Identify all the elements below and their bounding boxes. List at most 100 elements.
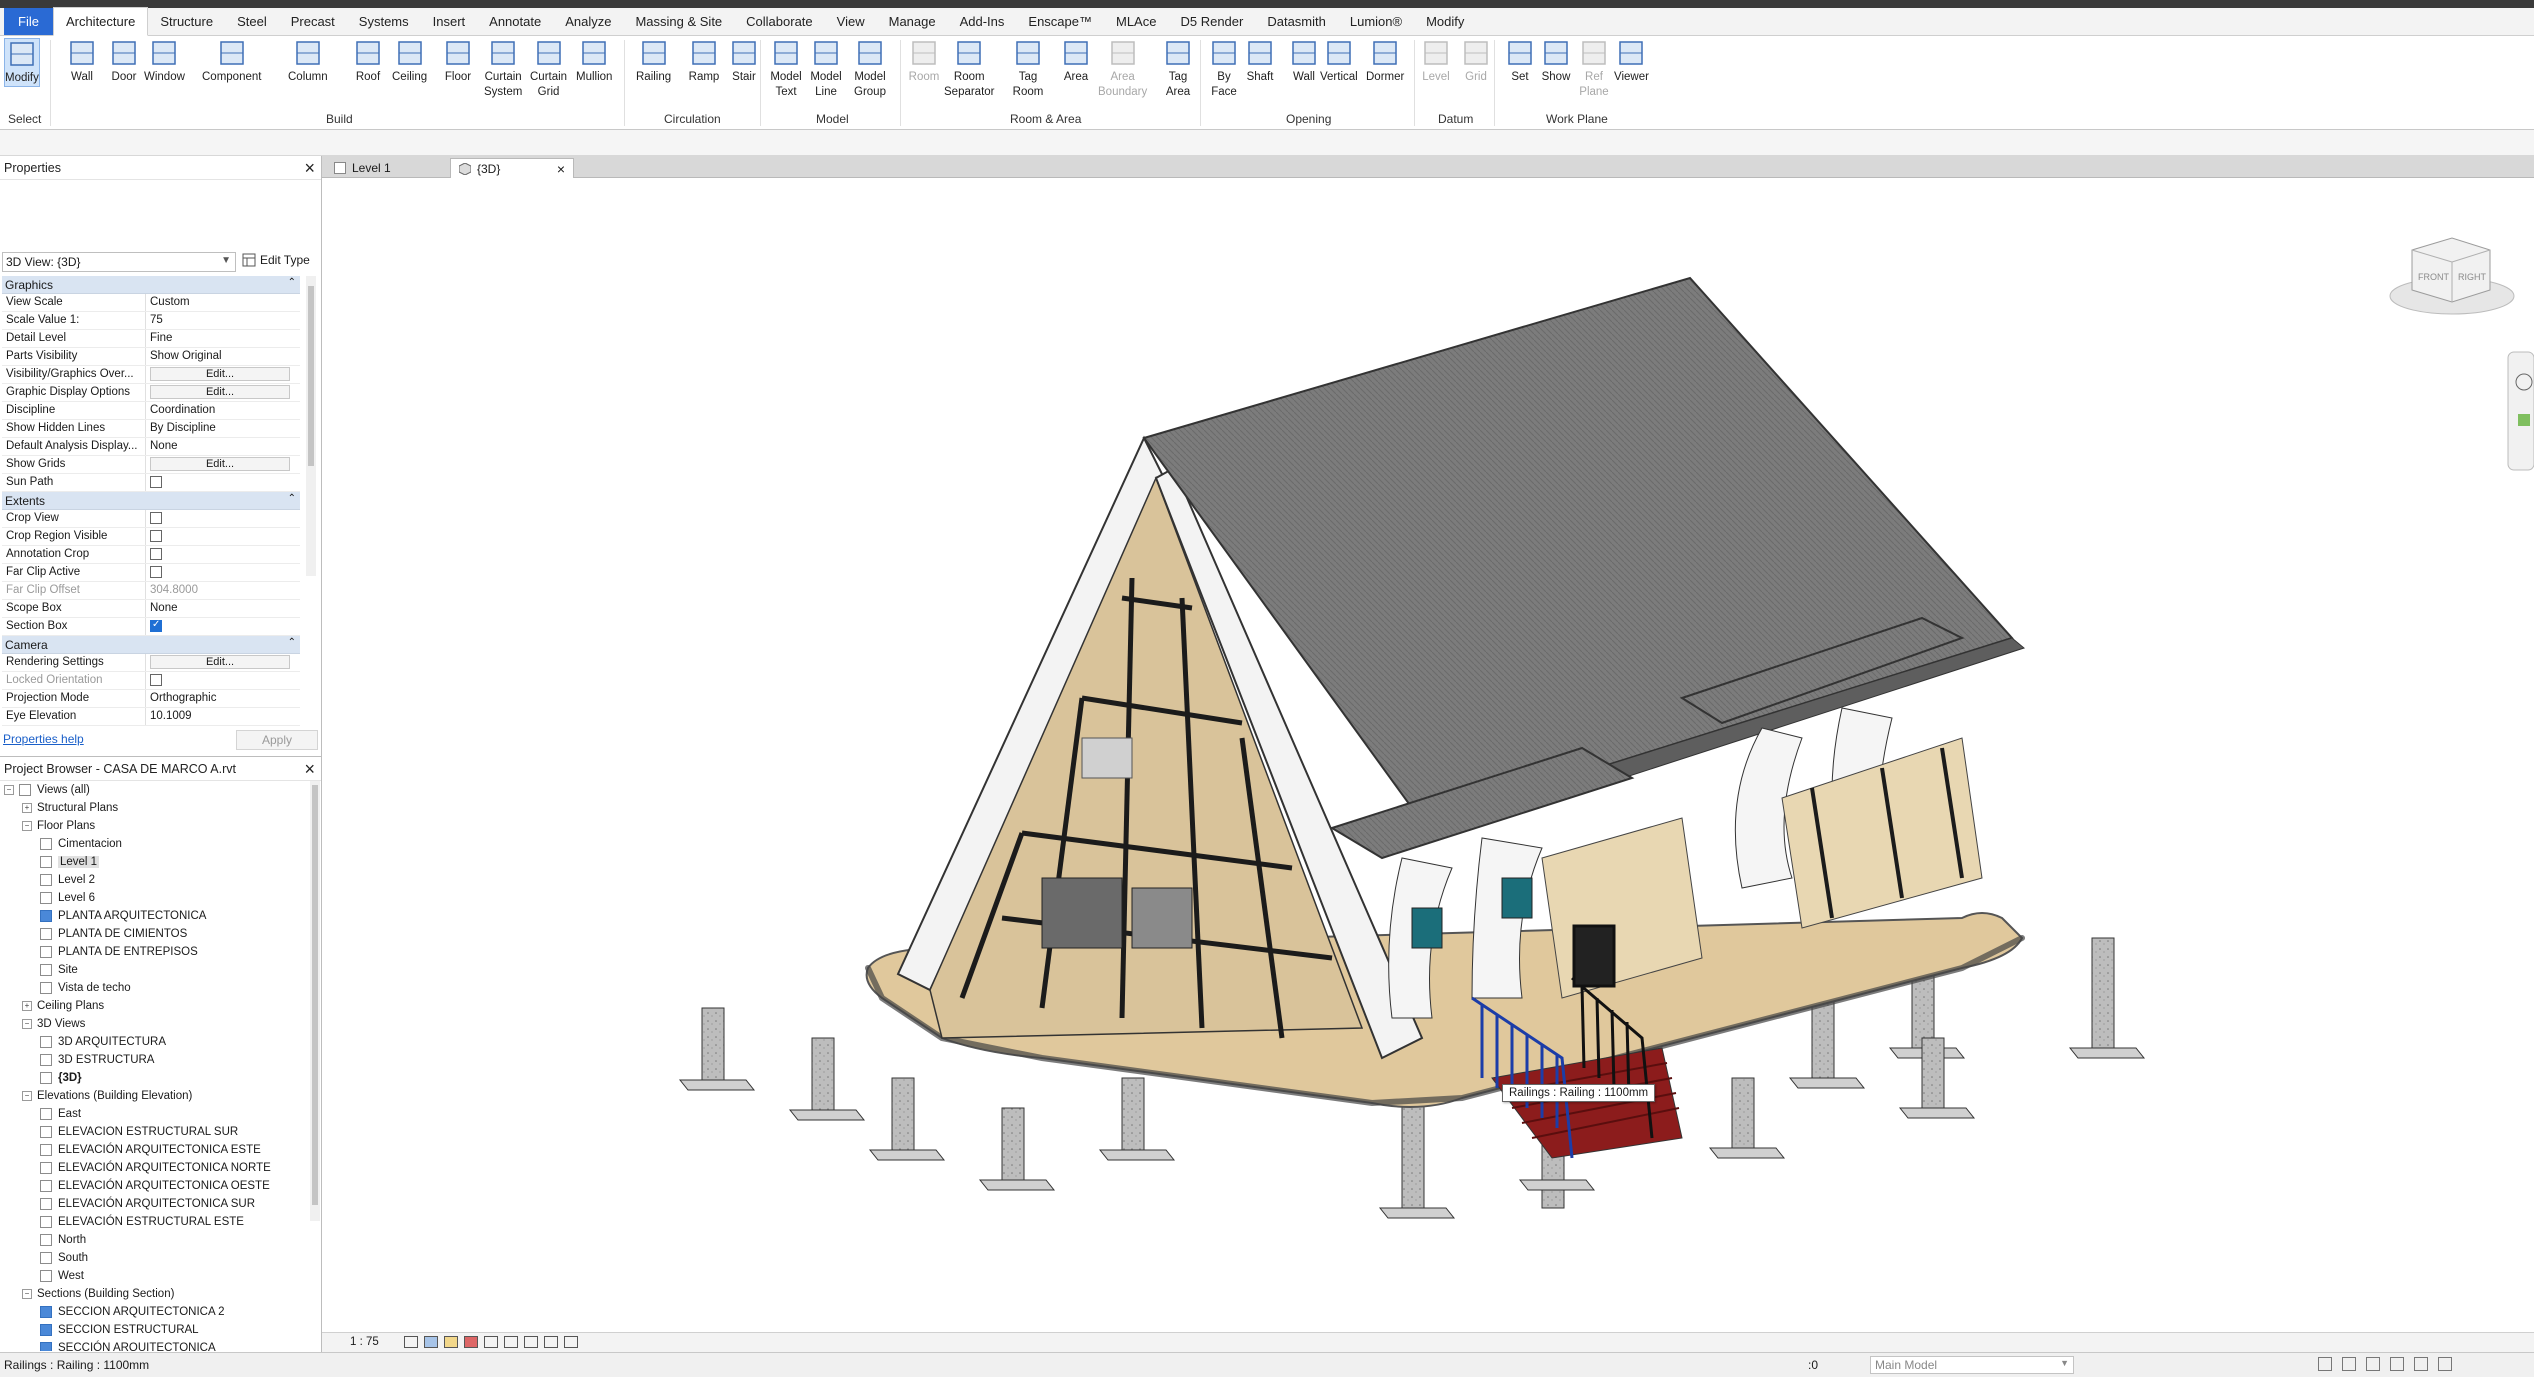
close-icon[interactable]: × xyxy=(557,161,565,177)
tree-view-item[interactable]: ELEVACIÓN ESTRUCTURAL ESTE xyxy=(0,1213,310,1231)
dormer-button[interactable]: Dormer xyxy=(1366,38,1404,85)
tab-insert[interactable]: Insert xyxy=(421,8,478,35)
tree-view-item[interactable]: Level 6 xyxy=(0,889,310,907)
tree-view-item[interactable]: Cimentacion xyxy=(0,835,310,853)
drag-elements-icon[interactable] xyxy=(2414,1357,2428,1371)
tab-massing-site[interactable]: Massing & Site xyxy=(623,8,734,35)
level-button[interactable]: Level xyxy=(1420,38,1452,85)
select-pinned-icon[interactable] xyxy=(2366,1357,2380,1371)
tree-view-item[interactable]: PLANTA DE CIMIENTOS xyxy=(0,925,310,943)
property-value[interactable]: By Discipline xyxy=(146,420,300,437)
collapse-icon[interactable]: − xyxy=(22,821,32,831)
tab-d5-render[interactable]: D5 Render xyxy=(1168,8,1255,35)
area-boundary-button[interactable]: Area Boundary xyxy=(1098,38,1147,100)
select-links-icon[interactable] xyxy=(2318,1357,2332,1371)
floor-button[interactable]: Floor xyxy=(442,38,474,85)
tree-view-item[interactable]: ELEVACIÓN ARQUITECTONICA OESTE xyxy=(0,1177,310,1195)
view-scale[interactable]: 1 : 75 xyxy=(350,1336,379,1348)
checkbox[interactable] xyxy=(150,512,162,524)
property-value[interactable]: Show Original xyxy=(146,348,300,365)
checkbox[interactable] xyxy=(150,476,162,488)
tree-view-item[interactable]: SECCIÓN ARQUITECTONICA xyxy=(0,1339,310,1351)
property-value[interactable]: Orthographic xyxy=(146,690,300,707)
tree-structural-plans[interactable]: + Structural Plans xyxy=(0,799,310,817)
mullion-button[interactable]: Mullion xyxy=(576,38,612,85)
tab-enscape[interactable]: Enscape™ xyxy=(1016,8,1104,35)
model-line-button[interactable]: Model Line xyxy=(810,38,842,100)
tab-systems[interactable]: Systems xyxy=(347,8,421,35)
wall-button[interactable]: Wall xyxy=(66,38,98,85)
tree-sections[interactable]: − Sections (Building Section) xyxy=(0,1285,310,1303)
window-button[interactable]: Window xyxy=(144,38,185,85)
close-icon[interactable]: × xyxy=(304,158,315,179)
tree-view-item[interactable]: 3D ESTRUCTURA xyxy=(0,1051,310,1069)
tree-view-item[interactable]: SECCION ARQUITECTONICA 2 xyxy=(0,1303,310,1321)
room-separator-button[interactable]: Room Separator xyxy=(944,38,995,100)
tab-steel[interactable]: Steel xyxy=(225,8,279,35)
tree-views-all[interactable]: − Views (all) xyxy=(0,781,310,799)
curtain-grid-button[interactable]: Curtain Grid xyxy=(530,38,567,100)
building-model[interactable]: FRONT RIGHT xyxy=(322,178,2534,1332)
collapse-icon[interactable]: ⌃ xyxy=(288,493,296,504)
checkbox[interactable] xyxy=(150,566,162,578)
model-text-button[interactable]: Model Text xyxy=(770,38,802,100)
tree-view-item[interactable]: Level 2 xyxy=(0,871,310,889)
area-button[interactable]: Area xyxy=(1060,38,1092,85)
tab-annotate[interactable]: Annotate xyxy=(477,8,553,35)
tree-view-item[interactable]: East xyxy=(0,1105,310,1123)
collapse-icon[interactable]: − xyxy=(22,1019,32,1029)
tree-view-item[interactable]: ELEVACIÓN ARQUITECTONICA NORTE xyxy=(0,1159,310,1177)
select-underlay-icon[interactable] xyxy=(2342,1357,2356,1371)
edit-button[interactable]: Edit... xyxy=(150,367,290,381)
close-icon[interactable]: × xyxy=(304,759,315,780)
edit-type-button[interactable]: Edit Type xyxy=(242,253,310,267)
tree-view-item[interactable]: ELEVACIÓN ARQUITECTONICA SUR xyxy=(0,1195,310,1213)
tree-floor-plans[interactable]: − Floor Plans xyxy=(0,817,310,835)
collapse-icon[interactable]: − xyxy=(22,1289,32,1299)
property-value[interactable]: 75 xyxy=(146,312,300,329)
property-value[interactable]: Coordination xyxy=(146,402,300,419)
tab-collaborate[interactable]: Collaborate xyxy=(734,8,825,35)
tab-lumion[interactable]: Lumion® xyxy=(1338,8,1414,35)
vertical-button[interactable]: Vertical xyxy=(1320,38,1358,85)
edit-button[interactable]: Edit... xyxy=(150,655,290,669)
tab-mlace[interactable]: MLAce xyxy=(1104,8,1168,35)
wall-opening-button[interactable]: Wall xyxy=(1288,38,1320,85)
tab-datasmith[interactable]: Datasmith xyxy=(1255,8,1338,35)
model-group-button[interactable]: Model Group xyxy=(854,38,886,100)
property-group-extents[interactable]: Extents ⌃ xyxy=(2,492,300,510)
edit-button[interactable]: Edit... xyxy=(150,457,290,471)
collapse-icon[interactable]: ⌃ xyxy=(288,277,296,288)
tree-ceiling-plans[interactable]: + Ceiling Plans xyxy=(0,997,310,1015)
stair-button[interactable]: Stair xyxy=(728,38,760,85)
tab-3d[interactable]: {3D} × xyxy=(450,158,574,178)
grid-button[interactable]: Grid xyxy=(1460,38,1492,85)
property-value[interactable]: 10.1009 xyxy=(146,708,300,725)
door-button[interactable]: Door xyxy=(108,38,140,85)
tree-view-item[interactable]: Level 1 xyxy=(0,853,310,871)
temporary-hide-icon[interactable] xyxy=(544,1336,558,1348)
component-button[interactable]: Component xyxy=(202,38,261,85)
shaft-button[interactable]: Shaft xyxy=(1244,38,1276,85)
tree-view-item[interactable]: Site xyxy=(0,961,310,979)
collapse-icon[interactable]: − xyxy=(22,1091,32,1101)
tree-view-item[interactable]: PLANTA ARQUITECTONICA xyxy=(0,907,310,925)
crop-view-icon[interactable] xyxy=(484,1336,498,1348)
property-value[interactable]: Fine xyxy=(146,330,300,347)
collapse-icon[interactable]: ⌃ xyxy=(288,637,296,648)
tab-view[interactable]: View xyxy=(825,8,877,35)
active-model-dropdown[interactable]: Main Model ▼ xyxy=(1870,1356,2074,1374)
railing-button[interactable]: Railing xyxy=(636,38,671,85)
tab-analyze[interactable]: Analyze xyxy=(553,8,623,35)
navigation-bar[interactable] xyxy=(2507,351,2534,471)
properties-scrollbar[interactable] xyxy=(306,276,316,576)
ceiling-button[interactable]: Ceiling xyxy=(392,38,427,85)
property-value[interactable]: None xyxy=(146,438,300,455)
apply-button[interactable]: Apply xyxy=(236,730,318,750)
filter-icon[interactable] xyxy=(2438,1357,2452,1371)
expand-icon[interactable]: + xyxy=(22,803,32,813)
project-browser-scrollbar[interactable] xyxy=(310,781,320,1221)
tree-view-item[interactable]: SECCION ESTRUCTURAL xyxy=(0,1321,310,1339)
visual-style-icon[interactable] xyxy=(424,1336,438,1348)
tree-elevations[interactable]: − Elevations (Building Elevation) xyxy=(0,1087,310,1105)
